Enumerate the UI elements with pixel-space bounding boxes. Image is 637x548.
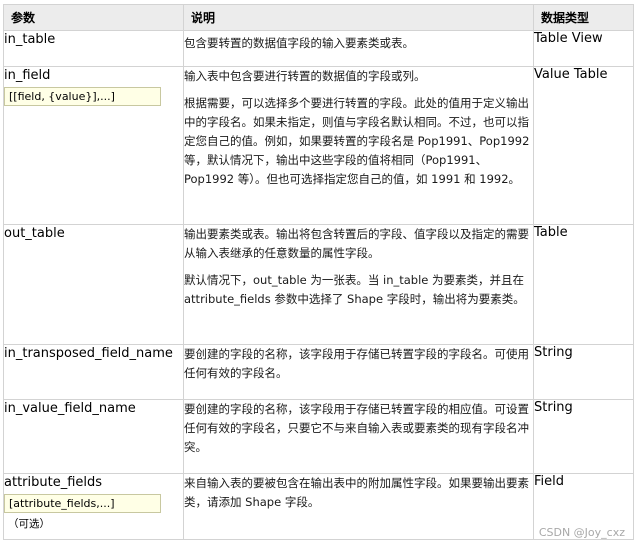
table-row: in_value_field_name 要创建的字段的名称，该字段用于存储已转置… — [3, 399, 634, 474]
param-data-type: String — [533, 344, 634, 400]
param-syntax: [attribute_fields,...] — [4, 494, 161, 513]
parameter-table: 参数 说明 数据类型 in_table 包含要转置的数据值字段的输入要素类或表。… — [3, 4, 634, 540]
param-data-type: Table View — [533, 30, 634, 67]
param-data-type: Table — [533, 224, 634, 345]
table-row: in_table 包含要转置的数据值字段的输入要素类或表。 Table View — [3, 30, 634, 67]
param-description: 要创建的字段的名称，该字段用于存储已转置字段的相应值。可设置任何有效的字段名，只… — [184, 402, 529, 454]
param-data-type: String — [533, 399, 634, 474]
table-row: in_transposed_field_name 要创建的字段的名称，该字段用于… — [3, 344, 634, 400]
param-name: in_field — [4, 68, 51, 83]
table-header-row: 参数 说明 数据类型 — [3, 4, 634, 31]
header-param: 参数 — [3, 4, 184, 31]
param-description: 输出要素类或表。输出将包含转置后的字段、值字段以及指定的需要从输入表继承的任意数… — [184, 227, 529, 260]
param-description: 来自输入表的要被包含在输出表中的附加属性字段。如果要输出要素类，请添加 Shap… — [184, 476, 529, 509]
param-description: 要创建的字段的名称，该字段用于存储已转置字段的字段名。可使用任何有效的字段名。 — [184, 347, 529, 380]
param-syntax: [[field, {value}],...] — [4, 87, 161, 106]
param-name: out_table — [4, 226, 65, 241]
param-name: in_value_field_name — [4, 401, 136, 416]
watermark: CSDN @Joy_cxz — [538, 526, 625, 539]
param-description: 输入表中包含要进行转置的数据值的字段或列。 — [184, 69, 426, 83]
table-row: in_field [[field, {value}],...] 输入表中包含要进… — [3, 66, 634, 225]
header-data-type: 数据类型 — [533, 4, 634, 31]
table-row: out_table 输出要素类或表。输出将包含转置后的字段、值字段以及指定的需要… — [3, 224, 634, 345]
param-data-type: Value Table — [533, 66, 634, 225]
param-description: 默认情况下，out_table 为一张表。当 in_table 为要素类，并且在… — [184, 273, 525, 306]
optional-label: （可选） — [8, 518, 50, 530]
param-name: in_transposed_field_name — [4, 346, 173, 361]
header-description: 说明 — [183, 4, 534, 31]
param-description: 根据需要，可以选择多个要进行转置的字段。此处的值用于定义输出中的字段名。如果未指… — [184, 96, 530, 186]
param-name: attribute_fields — [4, 475, 103, 490]
param-description: 包含要转置的数据值字段的输入要素类或表。 — [184, 36, 414, 50]
param-name: in_table — [4, 32, 56, 47]
